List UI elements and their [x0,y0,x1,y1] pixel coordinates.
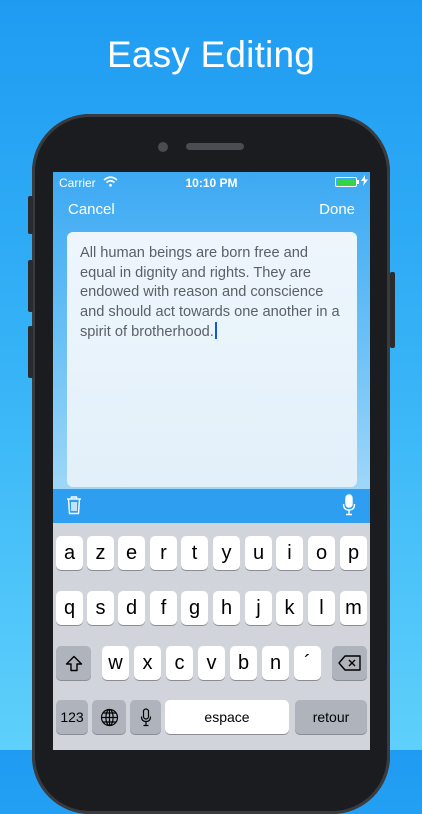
key-c[interactable]: c [166,646,193,680]
screen: Carrier 10:10 PM Cancel Done All human b… [53,172,370,750]
key-e[interactable]: e [118,536,145,570]
key-x[interactable]: x [134,646,161,680]
dictation-key[interactable] [130,700,161,734]
key-h[interactable]: h [213,591,240,625]
key-d[interactable]: d [118,591,145,625]
navigation-bar: Cancel Done [53,200,370,220]
numbers-key[interactable]: 123 [56,700,88,734]
key-b[interactable]: b [230,646,257,680]
delete-key[interactable] [332,646,367,680]
globe-key[interactable] [92,700,126,734]
key-r[interactable]: r [150,536,177,570]
side-button-power [390,272,395,348]
battery-tip [357,180,359,184]
key-j[interactable]: j [245,591,272,625]
charging-bolt-icon [361,175,368,189]
key-s[interactable]: s [87,591,114,625]
key-l[interactable]: l [308,591,335,625]
done-button[interactable]: Done [319,201,355,218]
note-text-editor[interactable]: All human beings are born free and equal… [67,232,357,487]
side-button-mute [28,196,33,234]
shift-arrow-icon [65,655,82,671]
key-g[interactable]: g [181,591,208,625]
status-time: 10:10 PM [185,176,238,190]
keyboard: a z e r t y u i o p q s d f g h j k l m [53,523,370,750]
text-cursor [214,322,217,339]
backspace-icon [337,655,361,671]
headline: Easy Editing [106,34,316,75]
key-v[interactable]: v [198,646,225,680]
battery-icon [335,177,357,187]
microphone-icon[interactable] [342,494,356,521]
key-f[interactable]: f [150,591,177,625]
key-t[interactable]: t [181,536,208,570]
dictation-mic-icon [140,707,151,726]
side-button-volume-down [28,326,33,378]
key-a[interactable]: a [56,536,83,570]
cancel-button[interactable]: Cancel [68,201,115,218]
key-p[interactable]: p [340,536,367,570]
note-text: All human beings are born free and equal… [80,245,340,340]
globe-icon [100,708,118,726]
front-camera [158,142,168,152]
key-q[interactable]: q [56,591,83,625]
key-k[interactable]: k [276,591,303,625]
key-n[interactable]: n [262,646,289,680]
key-z[interactable]: z [87,536,114,570]
key-m[interactable]: m [340,591,367,625]
key-u[interactable]: u [245,536,272,570]
key-acute-accent[interactable]: ´ [294,646,321,680]
return-key[interactable]: retour [295,700,367,734]
battery-level [337,179,355,185]
side-button-volume-up [28,260,33,312]
earpiece-speaker [186,143,244,150]
space-bar[interactable]: espace [165,700,289,734]
status-bar: Carrier 10:10 PM [53,172,370,194]
key-i[interactable]: i [276,536,303,570]
key-y[interactable]: y [213,536,240,570]
shift-key[interactable] [56,646,91,680]
key-o[interactable]: o [308,536,335,570]
key-w[interactable]: w [102,646,129,680]
editor-toolbar [53,489,370,523]
trash-icon[interactable] [65,495,83,520]
